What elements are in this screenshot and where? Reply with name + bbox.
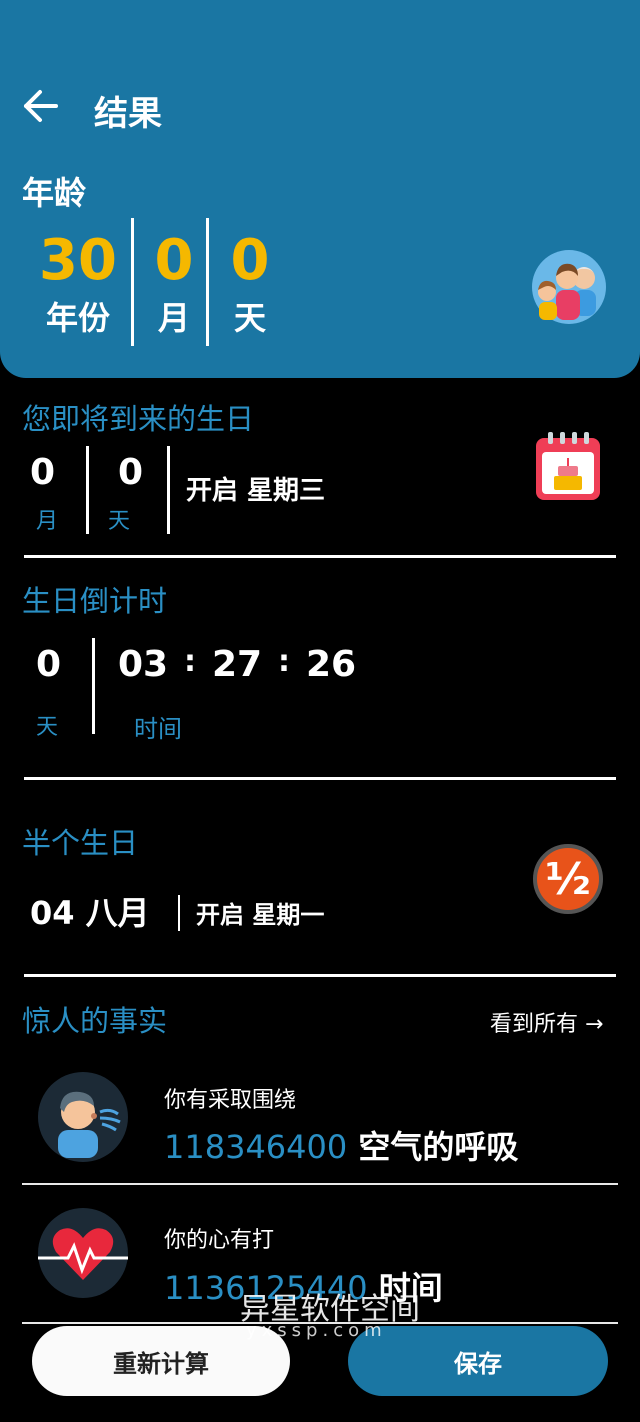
section-divider (24, 777, 616, 780)
age-months: 0 月 (152, 226, 196, 340)
heartbeat-icon (38, 1208, 128, 1298)
age-label: 年龄 (22, 174, 87, 212)
upcoming-months-unit: 月 (36, 509, 59, 534)
back-arrow-icon[interactable] (22, 88, 58, 124)
page-title: 结果 (94, 94, 162, 134)
save-button[interactable]: 保存 (348, 1326, 608, 1396)
section-divider (24, 555, 616, 558)
fact-suffix: 空气的呼吸 (347, 1128, 519, 1166)
upcoming-days-value: 0 (118, 452, 144, 493)
see-all-link[interactable]: 看到所有 → (490, 1006, 603, 1038)
age-years-value: 30 (39, 228, 117, 293)
countdown-days-unit: 天 (36, 715, 59, 740)
countdown-days-value: 0 (36, 644, 62, 685)
countdown-seconds: 26 (306, 644, 357, 685)
half-birthday-date: 04 八月 (30, 894, 150, 932)
age-days-unit: 天 (233, 299, 266, 337)
fact-label: 你有采取围绕 (164, 1088, 297, 1113)
age-divider (131, 218, 134, 346)
countdown-hours: 03 (118, 644, 169, 685)
section-divider (24, 974, 616, 977)
upcoming-divider (167, 446, 170, 534)
age-years-unit: 年份 (45, 299, 110, 337)
results-header: 结果 年龄 30 年份 0 月 0 天 (0, 0, 640, 378)
upcoming-birthday-title: 您即将到来的生日 (22, 402, 255, 436)
countdown-minutes: 27 (212, 644, 263, 685)
age-divider (206, 218, 209, 346)
fact-divider (22, 1183, 618, 1185)
half-birthday-badge-icon: ½ (533, 844, 603, 914)
age-days: 0 天 (226, 226, 274, 340)
age-days-value: 0 (230, 228, 270, 293)
half-birthday-divider (178, 895, 180, 931)
upcoming-weekday: 开启 星期三 (186, 476, 326, 506)
age-months-unit: 月 (157, 299, 190, 337)
countdown-time-unit: 时间 (134, 715, 182, 743)
upcoming-divider (86, 446, 89, 534)
breathing-person-icon (38, 1072, 128, 1162)
countdown-title: 生日倒计时 (22, 584, 168, 618)
fact-value: 118346400 空气的呼吸 (164, 1122, 518, 1168)
age-months-value: 0 (154, 228, 194, 293)
family-avatar-icon (532, 250, 606, 324)
upcoming-months-value: 0 (30, 452, 56, 493)
facts-title: 惊人的事实 (22, 1004, 168, 1038)
half-birthday-weekday: 开启 星期一 (196, 901, 325, 929)
upcoming-days-unit: 天 (108, 509, 131, 534)
age-years: 30 年份 (38, 226, 118, 340)
countdown-divider (92, 638, 95, 734)
countdown-colon: : (184, 644, 196, 679)
birthday-calendar-icon (536, 432, 600, 500)
fact-label: 你的心有打 (164, 1228, 275, 1253)
fact-number: 118346400 (164, 1128, 348, 1166)
half-birthday-title: 半个生日 (22, 826, 139, 860)
watermark-subtext: yxssp.com (246, 1320, 387, 1341)
countdown-colon: : (278, 644, 290, 679)
